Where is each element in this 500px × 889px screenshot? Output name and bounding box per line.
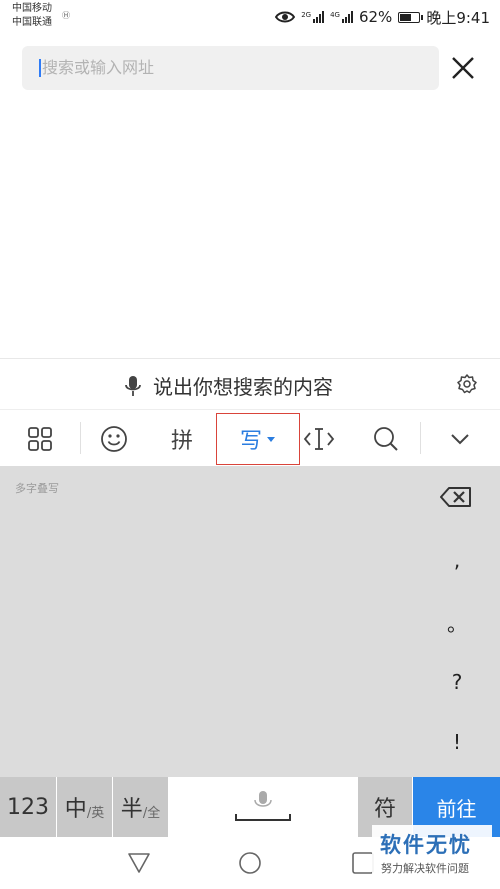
nav-back-button[interactable]	[126, 850, 152, 876]
half-full-width-key[interactable]: 半/全	[113, 777, 168, 837]
numbers-key[interactable]: 123	[0, 777, 56, 837]
watermark-subtitle: 努力解决软件问题	[381, 862, 469, 875]
punct-comma-key[interactable]: ,	[445, 548, 469, 572]
punct-question-key[interactable]: ?	[445, 670, 469, 694]
toolbar-cursor-button[interactable]	[292, 410, 346, 467]
chevron-down-icon	[451, 433, 469, 444]
toolbar-search-button[interactable]	[358, 410, 414, 467]
toolbar-grid-button[interactable]	[12, 410, 68, 467]
text-caret	[39, 59, 41, 77]
chinese-english-key[interactable]: 中/英	[57, 777, 112, 837]
status-indicators: 2G 4G 62% 晚上9:41	[275, 6, 490, 28]
search-input[interactable]: 搜索或输入网址	[22, 46, 439, 90]
battery-icon	[398, 11, 424, 23]
close-icon	[452, 57, 474, 79]
caret-down-icon	[267, 437, 275, 442]
toolbar-write-button[interactable]: 写	[216, 413, 300, 465]
keyboard-toolbar: 拼 写	[0, 409, 500, 466]
search-icon	[374, 426, 398, 451]
space-key[interactable]	[169, 777, 357, 837]
cursor-move-icon	[303, 427, 335, 450]
watermark: 软件无忧 努力解决软件问题	[372, 825, 492, 881]
punct-exclaim-key[interactable]: !	[445, 730, 469, 754]
search-placeholder: 搜索或输入网址	[42, 58, 155, 77]
back-triangle-icon	[128, 853, 150, 873]
handwriting-pad[interactable]: 多字叠写 , 。 ? !	[0, 466, 500, 777]
punct-period-key[interactable]: 。	[445, 608, 469, 637]
battery-fill	[400, 13, 412, 21]
toolbar-divider	[420, 422, 421, 454]
eye-icon	[275, 11, 296, 23]
carrier-2: 中国联通	[12, 17, 52, 28]
write-label: 写	[239, 429, 262, 454]
close-button[interactable]	[446, 51, 480, 85]
signal-1-icon: 2G	[301, 11, 325, 23]
gear-icon	[457, 374, 477, 394]
watermark-title: 软件无忧	[380, 833, 472, 857]
nav-home-button[interactable]	[237, 850, 263, 876]
home-circle-icon	[239, 852, 261, 874]
space-microphone-icon	[235, 791, 291, 821]
grid-icon	[28, 426, 52, 451]
voice-prompt: 说出你想搜索的内容	[153, 375, 333, 399]
toolbar-emoji-button[interactable]	[86, 410, 142, 467]
carrier-1: 中国移动	[12, 3, 52, 14]
microphone-icon	[125, 375, 141, 396]
backspace-button[interactable]	[440, 486, 472, 508]
voice-search-bar[interactable]: 说出你想搜索的内容	[0, 358, 500, 409]
status-bar: 中国移动 中国联通 Ⓗ 2G 4G 62% 晚上9:41	[0, 0, 500, 34]
emoji-icon	[101, 425, 127, 452]
toolbar-divider	[80, 422, 81, 454]
backspace-icon	[440, 487, 471, 507]
battery-percent: 62%	[358, 8, 393, 26]
voice-settings-button[interactable]	[456, 373, 478, 395]
hd-icon: Ⓗ	[62, 11, 70, 20]
handwriting-mode-label: 多字叠写	[15, 482, 59, 495]
signal-2-icon: 4G	[330, 11, 353, 23]
clock: 晚上9:41	[426, 8, 490, 27]
toolbar-collapse-button[interactable]	[432, 410, 488, 467]
toolbar-pinyin-button[interactable]: 拼	[154, 410, 210, 467]
pinyin-label: 拼	[170, 428, 193, 454]
